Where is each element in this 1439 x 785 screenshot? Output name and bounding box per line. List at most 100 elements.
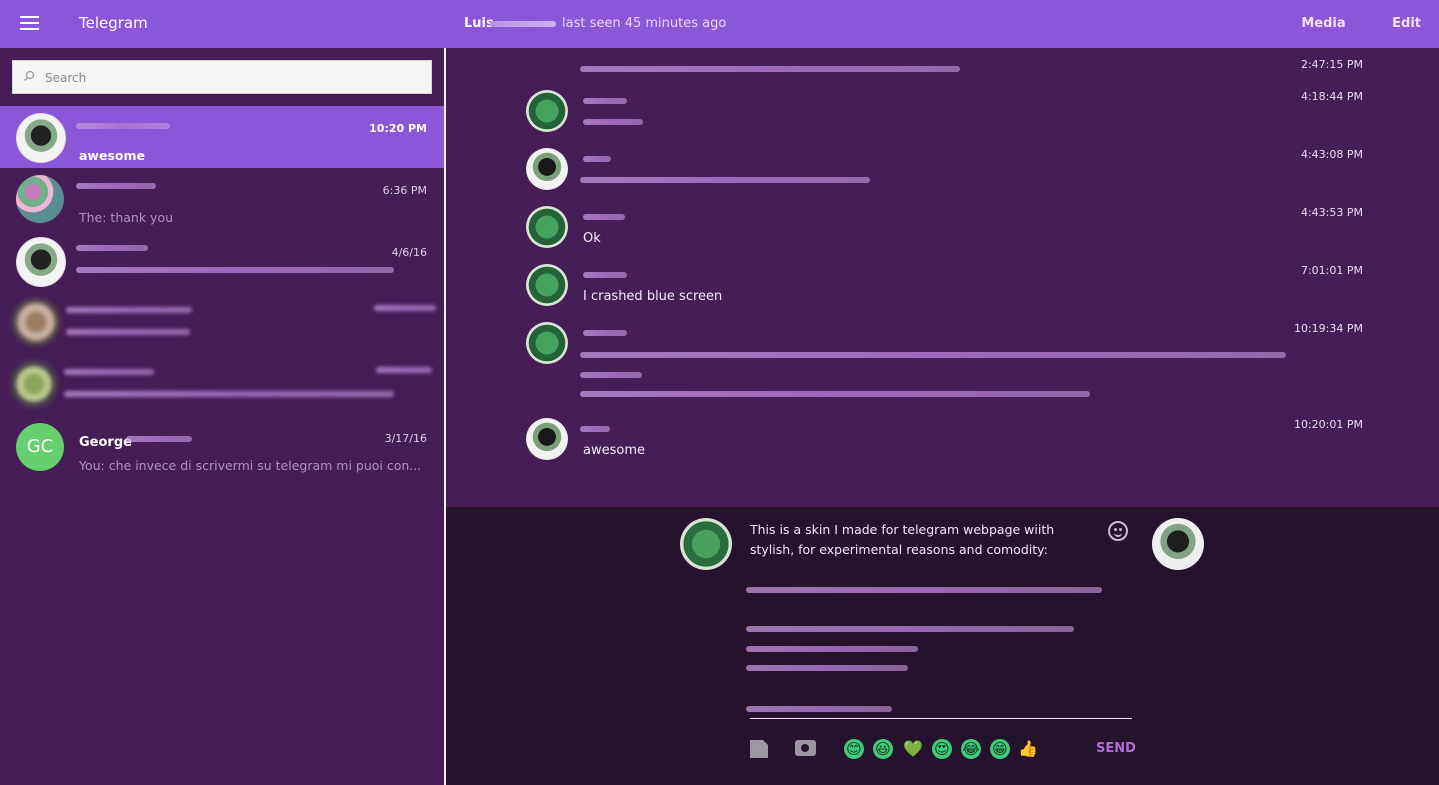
redacted-peer-name (490, 21, 556, 27)
message-time: 2:47:15 PM (1300, 58, 1363, 71)
chat-time: 6:36 PM (382, 184, 427, 197)
redacted-draft-text (746, 706, 892, 712)
avatar (526, 418, 568, 460)
redacted-chat-preview (64, 391, 394, 397)
chat-list-item[interactable]: 4/6/16 (0, 230, 444, 292)
redacted-chat-name (76, 245, 148, 251)
message-input-underline (750, 718, 1132, 719)
avatar: GC (16, 423, 64, 471)
menu-icon[interactable] (20, 16, 39, 31)
avatar (1152, 518, 1204, 570)
message-row[interactable]: awesome 10:20:01 PM (526, 418, 1366, 466)
search-box[interactable] (12, 60, 432, 95)
redacted-sender-name (580, 426, 610, 432)
emoji-heart-eyes-icon[interactable]: 😍 (932, 739, 952, 759)
redacted-chat-preview (76, 267, 394, 273)
edit-link[interactable]: Edit (1392, 16, 1421, 31)
emoji-grin-icon[interactable]: 😃 (873, 739, 893, 759)
message-row[interactable]: 10:19:34 PM (526, 322, 1366, 404)
chat-preview: The: thank you (79, 210, 174, 225)
chat-list-item[interactable] (0, 354, 444, 416)
message-row[interactable]: 2:47:15 PM (526, 58, 1366, 82)
app-title: Telegram (79, 14, 148, 32)
redacted-message-text (583, 119, 643, 125)
chat-list-item[interactable]: GC George 3/17/16 You: che invece di scr… (0, 416, 444, 478)
message-composer: This is a skin I made for telegram webpa… (446, 507, 1439, 785)
message-time: 4:18:44 PM (1300, 90, 1363, 103)
emoji-icon[interactable] (1108, 521, 1128, 541)
redacted-sender-name (583, 98, 627, 104)
avatar (680, 518, 732, 570)
search-input[interactable] (43, 61, 417, 95)
chat-time: 3/17/16 (384, 432, 427, 445)
message-time: 4:43:08 PM (1300, 148, 1363, 161)
chat-time: 10:20 PM (369, 122, 427, 135)
chat-list-item[interactable]: 10:20 PM awesome (0, 106, 444, 168)
chat-peer-status: last seen 45 minutes ago (562, 16, 727, 31)
message-time: 7:01:01 PM (1300, 264, 1363, 277)
chat-preview: You: che invece di scrivermi su telegram… (79, 458, 422, 473)
chat-preview: awesome (79, 148, 145, 163)
redacted-sender-name (583, 272, 627, 278)
avatar (16, 237, 66, 287)
redacted-message-text (580, 177, 870, 183)
message-time: 10:20:01 PM (1293, 418, 1363, 431)
chat-list-item[interactable]: 6:36 PM The: thank you (0, 168, 444, 230)
avatar (12, 298, 60, 346)
redacted-sender-name (583, 330, 627, 336)
messages-pane: 2:47:15 PM 4:18:44 PM 4:43:08 PM Ok 4:43… (446, 48, 1439, 507)
avatar (16, 175, 64, 223)
redacted-draft-text (746, 665, 908, 671)
media-link[interactable]: Media (1301, 16, 1345, 31)
avatar (526, 264, 568, 306)
message-time: 10:19:34 PM (1293, 322, 1363, 335)
message-time: 4:43:53 PM (1300, 206, 1363, 219)
redacted-chat-time (374, 305, 436, 311)
avatar (526, 90, 568, 132)
document-icon[interactable] (750, 740, 768, 758)
redacted-chat-time (376, 367, 432, 373)
camera-icon[interactable] (795, 740, 816, 756)
redacted-message-text (580, 372, 642, 378)
top-bar: Telegram Luis last seen 45 minutes ago M… (0, 0, 1439, 48)
redacted-message-text (580, 66, 960, 72)
chat-name: George (79, 435, 132, 450)
avatar (10, 360, 58, 408)
emoji-smile-icon[interactable]: 😊 (844, 739, 864, 759)
message-row[interactable]: Ok 4:43:53 PM (526, 206, 1366, 254)
emoji-laugh-icon[interactable]: 😂 (961, 739, 981, 759)
redacted-message-text (580, 352, 1286, 358)
send-button[interactable]: SEND (1096, 741, 1136, 756)
redacted-draft-text (746, 646, 918, 652)
redacted-draft-text (746, 626, 1074, 632)
emoji-heart-icon[interactable]: 💚 (903, 739, 923, 759)
redacted-sender-name (583, 214, 625, 220)
redacted-chat-name (64, 369, 154, 375)
message-row[interactable]: I crashed blue screen 7:01:01 PM (526, 264, 1366, 312)
redacted-chat-name (76, 123, 170, 129)
chat-time: 4/6/16 (391, 246, 427, 259)
message-text: I crashed blue screen (583, 289, 723, 304)
avatar (526, 148, 568, 190)
header-actions: Media Edit (1259, 16, 1421, 31)
avatar (16, 113, 66, 163)
redacted-chat-name (66, 307, 192, 313)
message-text: awesome (583, 443, 645, 458)
chat-list-pane: 10:20 PM awesome 6:36 PM The: thank you … (0, 48, 445, 785)
redacted-draft-text (746, 587, 1102, 593)
chat-list-item[interactable] (0, 292, 444, 354)
redacted-sender-name (583, 156, 611, 162)
draft-message-text[interactable]: This is a skin I made for telegram webpa… (750, 520, 1090, 560)
redacted-chat-name (76, 183, 156, 189)
avatar (526, 322, 568, 364)
redacted-chat-name (126, 436, 192, 442)
avatar (526, 206, 568, 248)
search-icon (24, 70, 35, 81)
message-text: Ok (583, 231, 601, 246)
redacted-message-text (580, 391, 1090, 397)
emoji-big-grin-icon[interactable]: 😁 (990, 739, 1010, 759)
redacted-chat-preview (66, 329, 190, 335)
message-row[interactable]: 4:18:44 PM (526, 90, 1366, 138)
message-row[interactable]: 4:43:08 PM (526, 148, 1366, 196)
emoji-thumbs-up-icon[interactable]: 👍 (1018, 739, 1038, 759)
